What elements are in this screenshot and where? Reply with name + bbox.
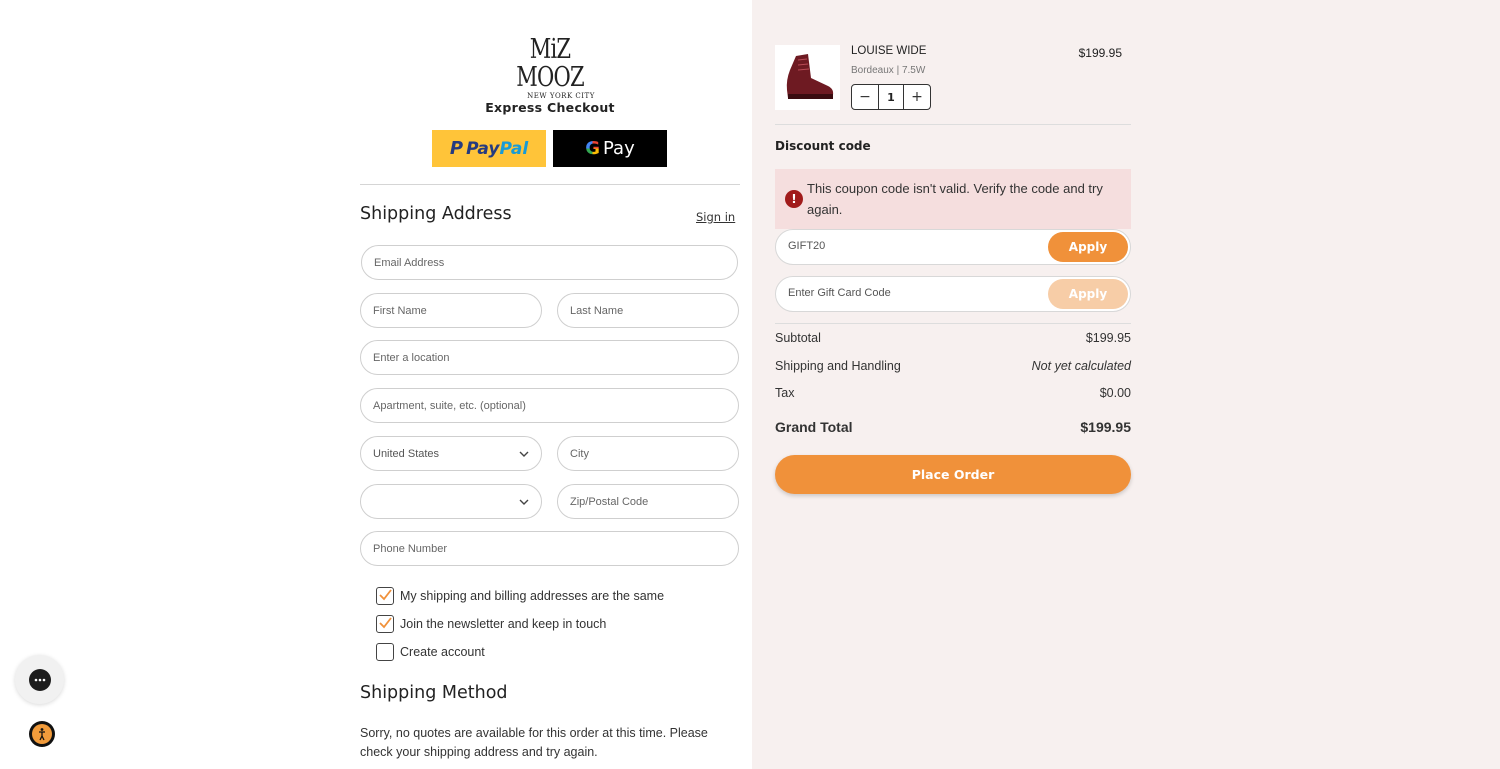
state-select[interactable]	[360, 484, 542, 519]
cart-divider	[775, 124, 1131, 125]
product-price: $199.95	[1078, 46, 1122, 60]
shipping-value: Not yet calculated	[1031, 359, 1131, 373]
google-g-icon: G	[585, 138, 601, 159]
email-input[interactable]	[374, 256, 737, 269]
create-account-label: Create account	[400, 645, 485, 659]
gift-card-input[interactable]	[788, 287, 1038, 299]
chat-bubble-icon	[28, 668, 51, 691]
paypal-button[interactable]: P Pay Pal	[432, 130, 546, 167]
country-select[interactable]: United States	[360, 436, 542, 471]
apply-discount-button[interactable]: Apply	[1048, 232, 1128, 262]
discount-code-input[interactable]	[788, 240, 1038, 252]
paypal-label-pal: Pal	[499, 138, 529, 159]
phone-field[interactable]	[360, 531, 739, 566]
last-name-input[interactable]	[570, 304, 738, 317]
create-account-checkbox-row[interactable]: Create account	[376, 643, 485, 661]
grand-total-label: Grand Total	[775, 419, 853, 435]
phone-input[interactable]	[373, 542, 738, 555]
summary-divider	[775, 323, 1131, 324]
subtotal-value: $199.95	[1085, 331, 1131, 345]
chevron-down-icon	[519, 499, 529, 505]
shipping-row: Shipping and Handling Not yet calculated	[775, 359, 1131, 373]
shipping-label: Shipping and Handling	[775, 359, 901, 373]
checkmark-icon	[379, 589, 392, 601]
accessibility-button[interactable]	[29, 721, 55, 747]
shipping-address-title: Shipping Address	[360, 204, 512, 224]
newsletter-label: Join the newsletter and keep in touch	[400, 617, 607, 631]
paypal-icon: P	[449, 138, 464, 159]
quantity-increase-button[interactable]: +	[904, 85, 930, 109]
no-quotes-message: Sorry, no quotes are available for this …	[360, 726, 708, 759]
logo-main-text: MiZ MOOZ	[516, 34, 584, 93]
apartment-input[interactable]	[373, 399, 738, 412]
gift-card-field[interactable]: Apply	[775, 276, 1131, 312]
subtotal-row: Subtotal $199.95	[775, 331, 1131, 345]
shipping-method-title: Shipping Method	[360, 683, 508, 703]
product-variant: Bordeaux | 7.5W	[851, 65, 926, 76]
brand-logo[interactable]: MiZ MOOZ NEW YORK CITY	[505, 36, 595, 101]
last-name-field[interactable]	[557, 293, 739, 328]
tax-row: Tax $0.00	[775, 386, 1131, 400]
accessibility-icon	[32, 724, 52, 744]
express-checkout-title: Express Checkout	[485, 100, 615, 115]
quantity-value[interactable]: 1	[878, 85, 904, 109]
paypal-label-pay: Pay	[466, 138, 500, 159]
chat-button[interactable]	[15, 655, 64, 704]
chevron-down-icon	[519, 451, 529, 457]
grand-total-value: $199.95	[1080, 419, 1131, 435]
grand-total-row: Grand Total $199.95	[775, 419, 1131, 435]
same-address-checkbox-row[interactable]: My shipping and billing addresses are th…	[376, 587, 664, 605]
first-name-input[interactable]	[373, 304, 541, 317]
discount-code-field[interactable]: Apply	[775, 229, 1131, 265]
boot-image	[786, 54, 833, 99]
checkmark-icon	[379, 617, 392, 629]
order-summary-pane	[752, 0, 1500, 769]
tax-label: Tax	[775, 386, 795, 400]
newsletter-checkbox-row[interactable]: Join the newsletter and keep in touch	[376, 615, 606, 633]
first-name-field[interactable]	[360, 293, 542, 328]
zip-field[interactable]	[557, 484, 739, 519]
location-input[interactable]	[373, 351, 738, 364]
city-input[interactable]	[570, 447, 738, 460]
discount-code-title: Discount code	[775, 139, 871, 153]
apply-gift-card-button[interactable]: Apply	[1048, 279, 1128, 309]
country-selected-value: United States	[373, 447, 440, 460]
email-field[interactable]	[361, 245, 738, 280]
product-name: LOUISE WIDE	[851, 45, 927, 57]
location-field[interactable]	[360, 340, 739, 375]
error-icon: !	[785, 190, 803, 208]
place-order-button[interactable]: Place Order	[775, 455, 1131, 494]
google-pay-button[interactable]: G Pay	[553, 130, 667, 167]
google-pay-label: Pay	[603, 138, 635, 159]
sign-in-link[interactable]: Sign in	[696, 210, 735, 224]
apartment-field[interactable]	[360, 388, 739, 423]
city-field[interactable]	[557, 436, 739, 471]
create-account-checkbox[interactable]	[376, 643, 394, 661]
same-address-label: My shipping and billing addresses are th…	[400, 589, 665, 603]
zip-input[interactable]	[570, 495, 738, 508]
quantity-stepper: − 1 +	[851, 84, 931, 110]
tax-value: $0.00	[1099, 386, 1131, 400]
newsletter-checkbox[interactable]	[376, 615, 394, 633]
subtotal-label: Subtotal	[775, 331, 821, 345]
express-divider	[360, 184, 740, 185]
same-address-checkbox[interactable]	[376, 587, 394, 605]
quantity-decrease-button[interactable]: −	[852, 85, 878, 109]
product-image[interactable]	[775, 45, 840, 110]
coupon-error-message: This coupon code isn't valid. Verify the…	[807, 181, 1103, 217]
coupon-error-alert: ! This coupon code isn't valid. Verify t…	[775, 169, 1131, 229]
